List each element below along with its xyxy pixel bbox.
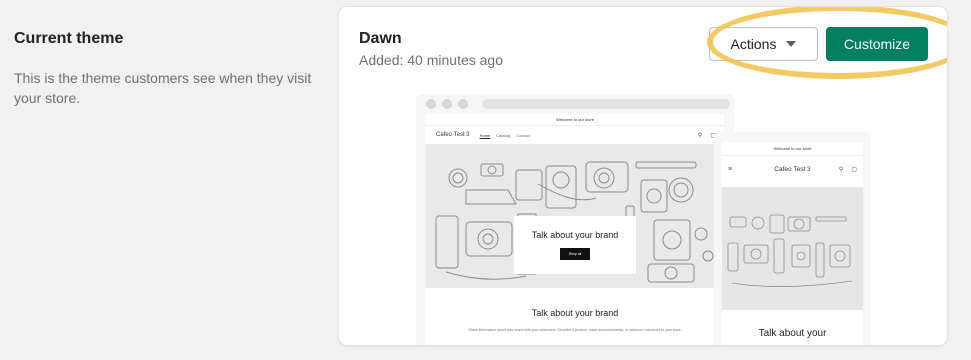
actions-label: Actions [730, 36, 777, 52]
section-heading: Talk about your brand [531, 308, 619, 318]
store-name: Cafeo Test 3 [774, 165, 811, 173]
store-header: Cafeo Test 3 Home Catalog Contact ⚲ ▢ [426, 126, 724, 144]
store-name: Cafeo Test 3 [436, 132, 470, 138]
desktop-store-frame: Welcome to our store Cafeo Test 3 Home C… [426, 114, 724, 345]
store-header: ≡ Cafeo Test 3 ⚲ ▢ [722, 156, 863, 182]
shop-all-button: Shop all [559, 248, 591, 260]
hero-heading: Talk about your brand [531, 230, 619, 240]
search-icon: ⚲ [697, 132, 703, 139]
window-dot-icon [458, 99, 468, 109]
theme-added-time: Added: 40 minutes ago [359, 52, 503, 68]
hero-text-box: Talk about your brand Shop all [514, 216, 636, 274]
nav-item-contact: Contact [516, 132, 530, 138]
window-dot-icon [442, 99, 452, 109]
theme-card: Dawn Added: 40 minutes ago Actions Custo… [339, 7, 947, 345]
nav-item-home: Home [479, 132, 491, 138]
url-bar [482, 99, 730, 109]
nav-item-catalog: Catalog [496, 132, 511, 138]
camera-gear-illustration [727, 214, 853, 287]
section-text: Share information about your brand with … [468, 328, 682, 332]
customize-button[interactable]: Customize [826, 27, 928, 61]
store-nav: Home Catalog Contact [480, 133, 530, 138]
browser-chrome [416, 94, 734, 114]
announcement-bar: Welcome to our store [426, 114, 724, 126]
window-dot-icon [426, 99, 436, 109]
hero-image: Talk about your brand Shop all [426, 144, 724, 288]
search-icon: ⚲ [838, 166, 844, 173]
caret-down-icon [786, 41, 797, 47]
menu-icon: ≡ [728, 165, 733, 173]
section-description: This is the theme customers see when the… [14, 70, 312, 106]
desktop-preview: Welcome to our store Cafeo Test 3 Home C… [416, 94, 734, 345]
section-title: Current theme [14, 30, 124, 47]
theme-name: Dawn [359, 30, 402, 47]
mobile-section-heading: Talk about your [758, 328, 827, 339]
mobile-store-frame: Welcome to our store ≡ Cafeo Test 3 ⚲ ▢ [722, 142, 863, 345]
cart-icon: ▢ [851, 166, 857, 173]
announcement-bar: Welcome to our store [722, 142, 863, 156]
hero-image [722, 187, 863, 310]
current-theme-section: Current theme This is the theme customer… [14, 30, 314, 108]
actions-button[interactable]: Actions [709, 27, 818, 61]
mobile-preview: Welcome to our store ≡ Cafeo Test 3 ⚲ ▢ [714, 132, 871, 345]
